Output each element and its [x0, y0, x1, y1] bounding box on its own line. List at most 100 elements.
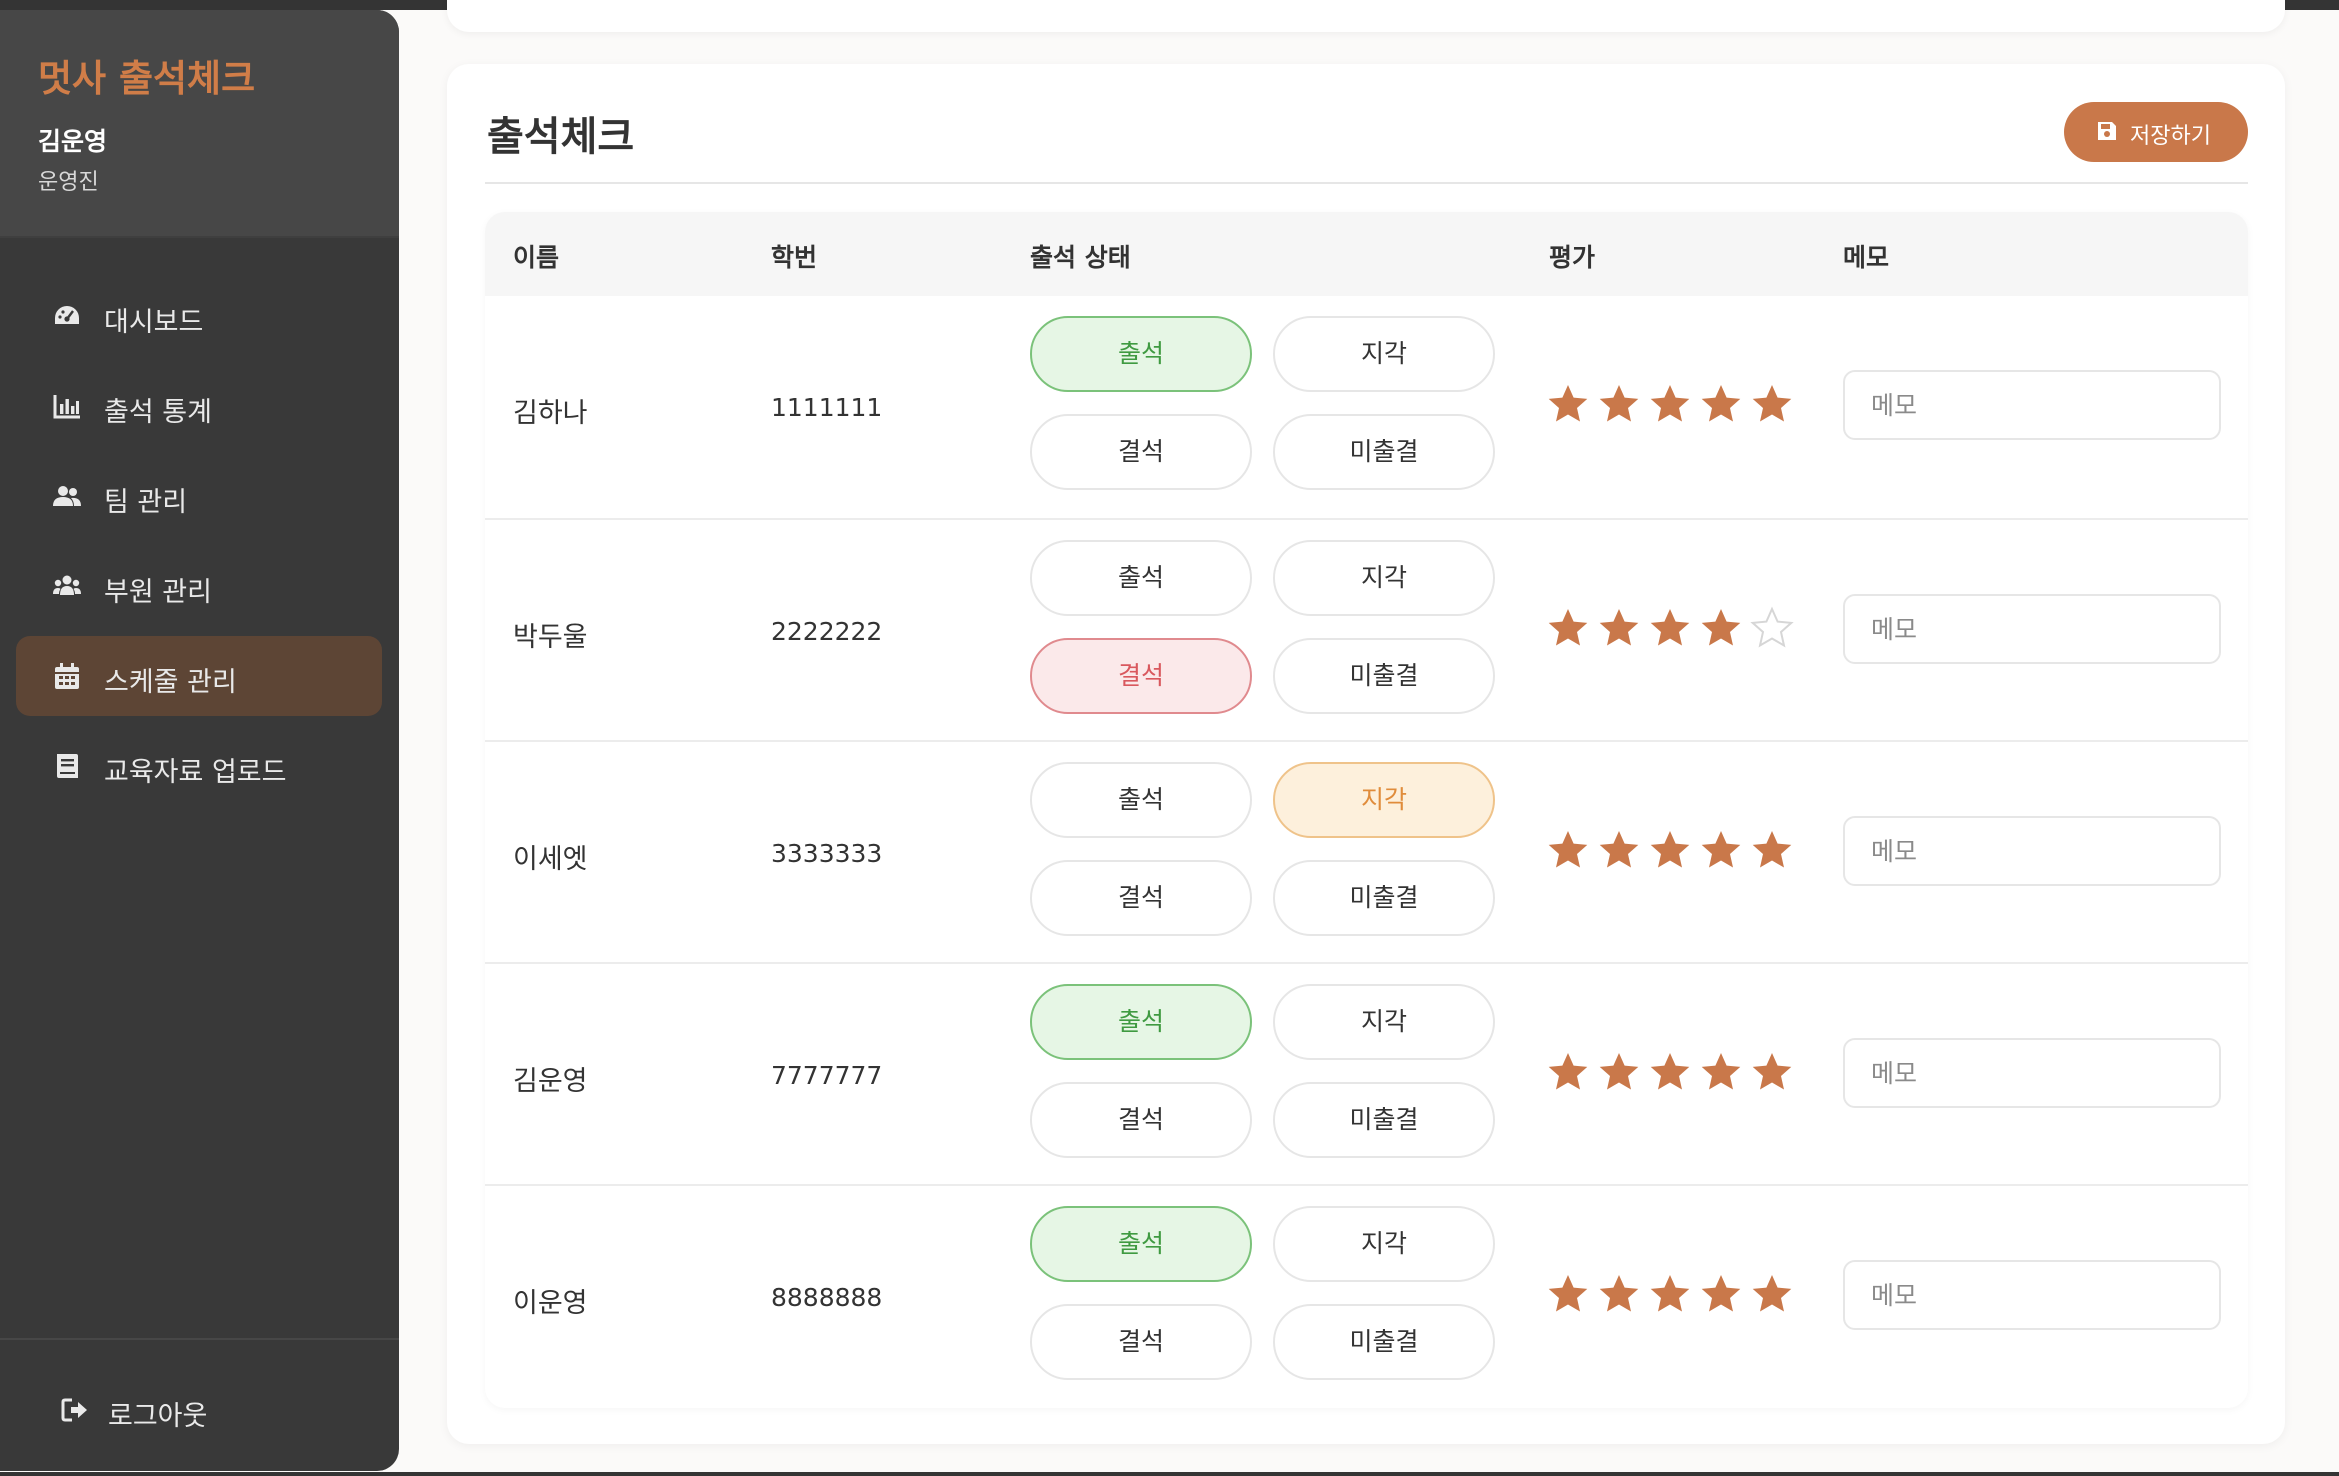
status-button-option-3[interactable]: 결석: [1030, 860, 1252, 936]
star-filled-icon[interactable]: [1545, 382, 1591, 428]
student-id: 7777777: [771, 1061, 883, 1090]
status-button-option-4[interactable]: 미출결: [1273, 1304, 1495, 1380]
book-icon: [57, 754, 78, 778]
memo-input[interactable]: [1843, 594, 2221, 664]
student-name: 박두울: [513, 622, 588, 653]
star-filled-icon[interactable]: [1647, 1050, 1693, 1096]
users-icon: [53, 486, 81, 506]
dashboard-icon: [55, 306, 79, 324]
status-button-option-1[interactable]: 출석: [1030, 762, 1252, 838]
memo-input[interactable]: [1843, 370, 2221, 440]
sidebar-item-dashboard[interactable]: 대시보드: [16, 276, 382, 356]
column-header-memo: 메모: [1843, 243, 1890, 272]
status-button-option-2[interactable]: 지각: [1273, 1206, 1495, 1282]
star-empty-icon[interactable]: [1749, 606, 1795, 652]
page-title: 출석체크: [487, 114, 635, 160]
star-filled-icon[interactable]: [1596, 606, 1642, 652]
student-name: 김하나: [513, 398, 588, 429]
table-row: 김운영 7777777 출석 지각결석 미출결: [485, 962, 2248, 1186]
star-filled-icon[interactable]: [1749, 1050, 1795, 1096]
status-button-option-3[interactable]: 결석: [1030, 1082, 1252, 1158]
star-filled-icon[interactable]: [1698, 1272, 1744, 1318]
student-name: 김운영: [513, 1066, 588, 1097]
attendance-card: 출석체크 저장하기 이름 학번 출석 상태 평가 메모 김하나 1111111 출석…: [447, 64, 2285, 1444]
star-filled-icon[interactable]: [1749, 382, 1795, 428]
star-filled-icon[interactable]: [1545, 1050, 1591, 1096]
save-icon: [2098, 122, 2116, 140]
student-id: 1111111: [771, 393, 883, 422]
star-filled-icon[interactable]: [1596, 1050, 1642, 1096]
sidebar-item-label: 대시보드: [104, 307, 204, 338]
users-group-icon: [53, 575, 81, 595]
status-button-option-2[interactable]: 지각: [1273, 540, 1495, 616]
profile-section: 멋사 출석체크 김운영 운영진: [0, 10, 399, 238]
sidebar-item-label: 교육자료 업로드: [104, 757, 287, 788]
sidebar-item-label: 스케줄 관리: [104, 667, 237, 698]
sidebar: 멋사 출석체크 김운영 운영진 대시보드 출석 통계 팀 관리 부원 관리 스케…: [0, 10, 399, 1471]
star-filled-icon[interactable]: [1647, 828, 1693, 874]
table-header: 이름 학번 출석 상태 평가 메모: [485, 212, 2248, 296]
sidebar-item-team[interactable]: 팀 관리: [16, 456, 382, 536]
status-button-option-1[interactable]: 출석: [1030, 1206, 1252, 1282]
table-row: 이세엣 3333333 출석 지각결석 미출결: [485, 740, 2248, 964]
sidebar-item-label: 부원 관리: [104, 577, 212, 608]
star-filled-icon[interactable]: [1749, 828, 1795, 874]
bar-chart-icon: [53, 395, 80, 419]
star-filled-icon[interactable]: [1698, 606, 1744, 652]
student-id: 8888888: [771, 1283, 883, 1312]
previous-card-edge: [447, 0, 2285, 32]
star-filled-icon[interactable]: [1698, 828, 1744, 874]
status-button-option-4[interactable]: 미출결: [1273, 1082, 1495, 1158]
star-filled-icon[interactable]: [1698, 382, 1744, 428]
attendance-table: 이름 학번 출석 상태 평가 메모 김하나1111111출석지각결석미출결박두울…: [485, 212, 2248, 1408]
table-row: 이운영 8888888 출석 지각결석 미출결: [485, 1184, 2248, 1408]
sidebar-item-label: 팀 관리: [104, 487, 188, 518]
window-bottom-border: [0, 1472, 2339, 1476]
status-button-option-1[interactable]: 출석: [1030, 316, 1252, 392]
star-filled-icon[interactable]: [1545, 1272, 1591, 1318]
star-filled-icon[interactable]: [1647, 606, 1693, 652]
star-filled-icon[interactable]: [1545, 828, 1591, 874]
star-filled-icon[interactable]: [1647, 1272, 1693, 1318]
status-button-option-3[interactable]: 결석: [1030, 638, 1252, 714]
status-button-option-2[interactable]: 지각: [1273, 316, 1495, 392]
star-filled-icon[interactable]: [1545, 606, 1591, 652]
star-filled-icon[interactable]: [1596, 1272, 1642, 1318]
status-button-option-1[interactable]: 출석: [1030, 540, 1252, 616]
memo-input[interactable]: [1843, 1260, 2221, 1330]
sidebar-item-attendance-stats[interactable]: 출석 통계: [16, 366, 382, 446]
table-row: 김하나 1111111 출석 지각결석 미출결: [485, 296, 2248, 518]
save-button-label: 저장하기: [2130, 124, 2211, 149]
user-role: 운영진: [38, 170, 99, 195]
column-header-student-id: 학번: [771, 243, 818, 272]
save-button[interactable]: 저장하기: [2064, 102, 2248, 162]
student-name: 이운영: [513, 1288, 588, 1319]
sidebar-item-members[interactable]: 부원 관리: [16, 546, 382, 626]
sidebar-item-schedule[interactable]: 스케줄 관리: [16, 636, 382, 716]
status-button-option-2[interactable]: 지각: [1273, 984, 1495, 1060]
star-filled-icon[interactable]: [1596, 828, 1642, 874]
status-button-option-4[interactable]: 미출결: [1273, 414, 1495, 490]
student-name: 이세엣: [513, 844, 588, 875]
sign-out-icon: [61, 1398, 87, 1422]
sidebar-item-materials-upload[interactable]: 교육자료 업로드: [16, 726, 382, 806]
star-filled-icon[interactable]: [1749, 1272, 1795, 1318]
sidebar-divider: [0, 1338, 399, 1340]
star-filled-icon[interactable]: [1698, 1050, 1744, 1096]
status-button-option-2[interactable]: 지각: [1273, 762, 1495, 838]
title-divider: [485, 182, 2248, 184]
sidebar-item-label: 출석 통계: [104, 397, 212, 428]
star-filled-icon[interactable]: [1647, 382, 1693, 428]
star-filled-icon[interactable]: [1596, 382, 1642, 428]
status-button-option-4[interactable]: 미출결: [1273, 860, 1495, 936]
memo-input[interactable]: [1843, 1038, 2221, 1108]
status-button-option-3[interactable]: 결석: [1030, 1304, 1252, 1380]
status-button-option-4[interactable]: 미출결: [1273, 638, 1495, 714]
logout-label: 로그아웃: [108, 1401, 208, 1432]
student-id: 3333333: [771, 839, 883, 868]
memo-input[interactable]: [1843, 816, 2221, 886]
student-id: 2222222: [771, 617, 883, 646]
user-name: 김운영: [38, 127, 108, 156]
status-button-option-3[interactable]: 결석: [1030, 414, 1252, 490]
status-button-option-1[interactable]: 출석: [1030, 984, 1252, 1060]
